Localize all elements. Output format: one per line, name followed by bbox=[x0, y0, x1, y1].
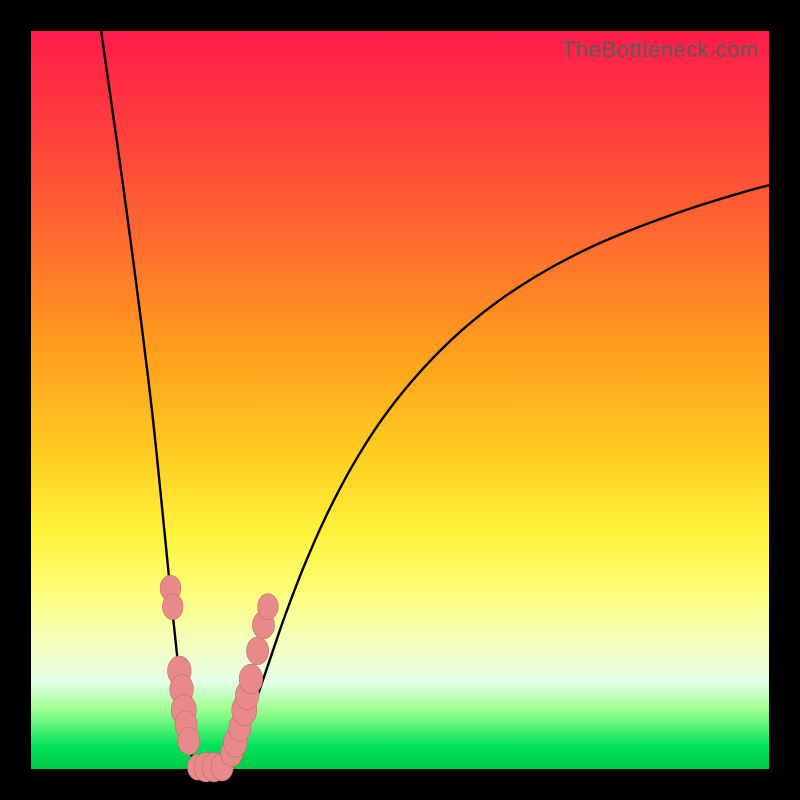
bottleneck-curve bbox=[101, 31, 769, 770]
data-marker bbox=[246, 637, 268, 665]
data-marker bbox=[239, 664, 263, 694]
data-marker bbox=[258, 594, 279, 620]
plot-area: TheBottleneck.com bbox=[31, 31, 769, 769]
data-marker bbox=[178, 727, 200, 755]
data-marker bbox=[162, 594, 183, 620]
chart-svg bbox=[31, 31, 769, 769]
chart-frame: TheBottleneck.com bbox=[0, 0, 800, 800]
